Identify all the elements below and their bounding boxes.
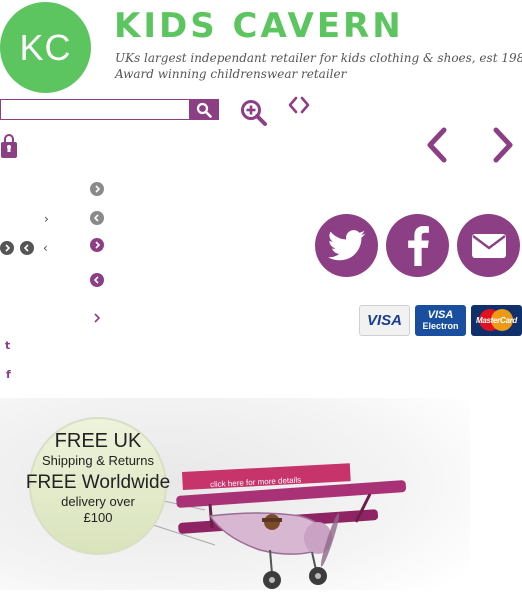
banner-text-block: FREE UK Shipping & Returns FREE Worldwid… [0,431,196,524]
mastercard-logo: MasterCard [471,305,522,336]
facebook-small-link[interactable]: f [6,368,11,381]
chevron-right-purple-icon[interactable] [93,313,101,323]
next-circle-icon[interactable] [90,182,104,196]
facebook-icon [407,225,429,266]
visa-electron-bottom: Electron [422,320,459,331]
search-input[interactable] [0,99,190,120]
next-dark-circle-icon[interactable] [0,241,14,255]
mastercard-text: MasterCard [475,316,518,325]
banner-line-1: FREE UK [54,430,142,452]
shopping-bag-icon[interactable] [0,133,18,159]
search-icon [196,102,212,118]
banner-line-5: £100 [83,510,113,525]
tagline-line-1: UKs largest independant retailer for kid… [115,51,522,65]
prev-chevron-icon[interactable] [424,127,450,163]
twitter-small-link[interactable]: t [5,339,10,352]
logo-text: KC [19,26,72,68]
search-button[interactable] [189,99,219,120]
code-icon[interactable] [288,96,312,114]
tagline-line-2: Award winning childrenswear retailer [115,67,347,81]
envelope-icon [471,233,506,258]
next-chevron-icon[interactable] [490,127,516,163]
prev-circle-icon[interactable] [90,211,104,225]
visa-electron-card-logo: VISA Electron [415,305,466,336]
zoom-in-icon[interactable] [240,99,268,127]
facebook-button[interactable] [386,214,449,277]
twitter-icon [327,229,365,260]
next-purple-circle-icon[interactable] [90,238,104,252]
chevron-right-icon[interactable]: › [44,213,49,225]
logo-circle[interactable]: KC [0,2,91,93]
twitter-button[interactable] [315,214,378,277]
chevron-left-icon[interactable]: ‹ [43,242,48,254]
prev-purple-circle-icon[interactable] [90,273,104,287]
banner-line-2: Shipping & Returns [41,453,154,468]
brand-name[interactable]: KIDS CAVERN [114,6,404,46]
prev-dark-circle-icon[interactable] [20,241,34,255]
tagline: UKs largest independant retailer for kid… [115,50,522,82]
visa-card-logo: VISA [359,305,410,336]
free-shipping-banner[interactable]: FREE UK Shipping & Returns FREE Worldwid… [0,398,470,590]
banner-line-4: delivery over [61,494,135,509]
banner-line-3: FREE Worldwide [25,472,171,493]
visa-electron-top: VISA [427,308,454,321]
email-button[interactable] [457,214,520,277]
